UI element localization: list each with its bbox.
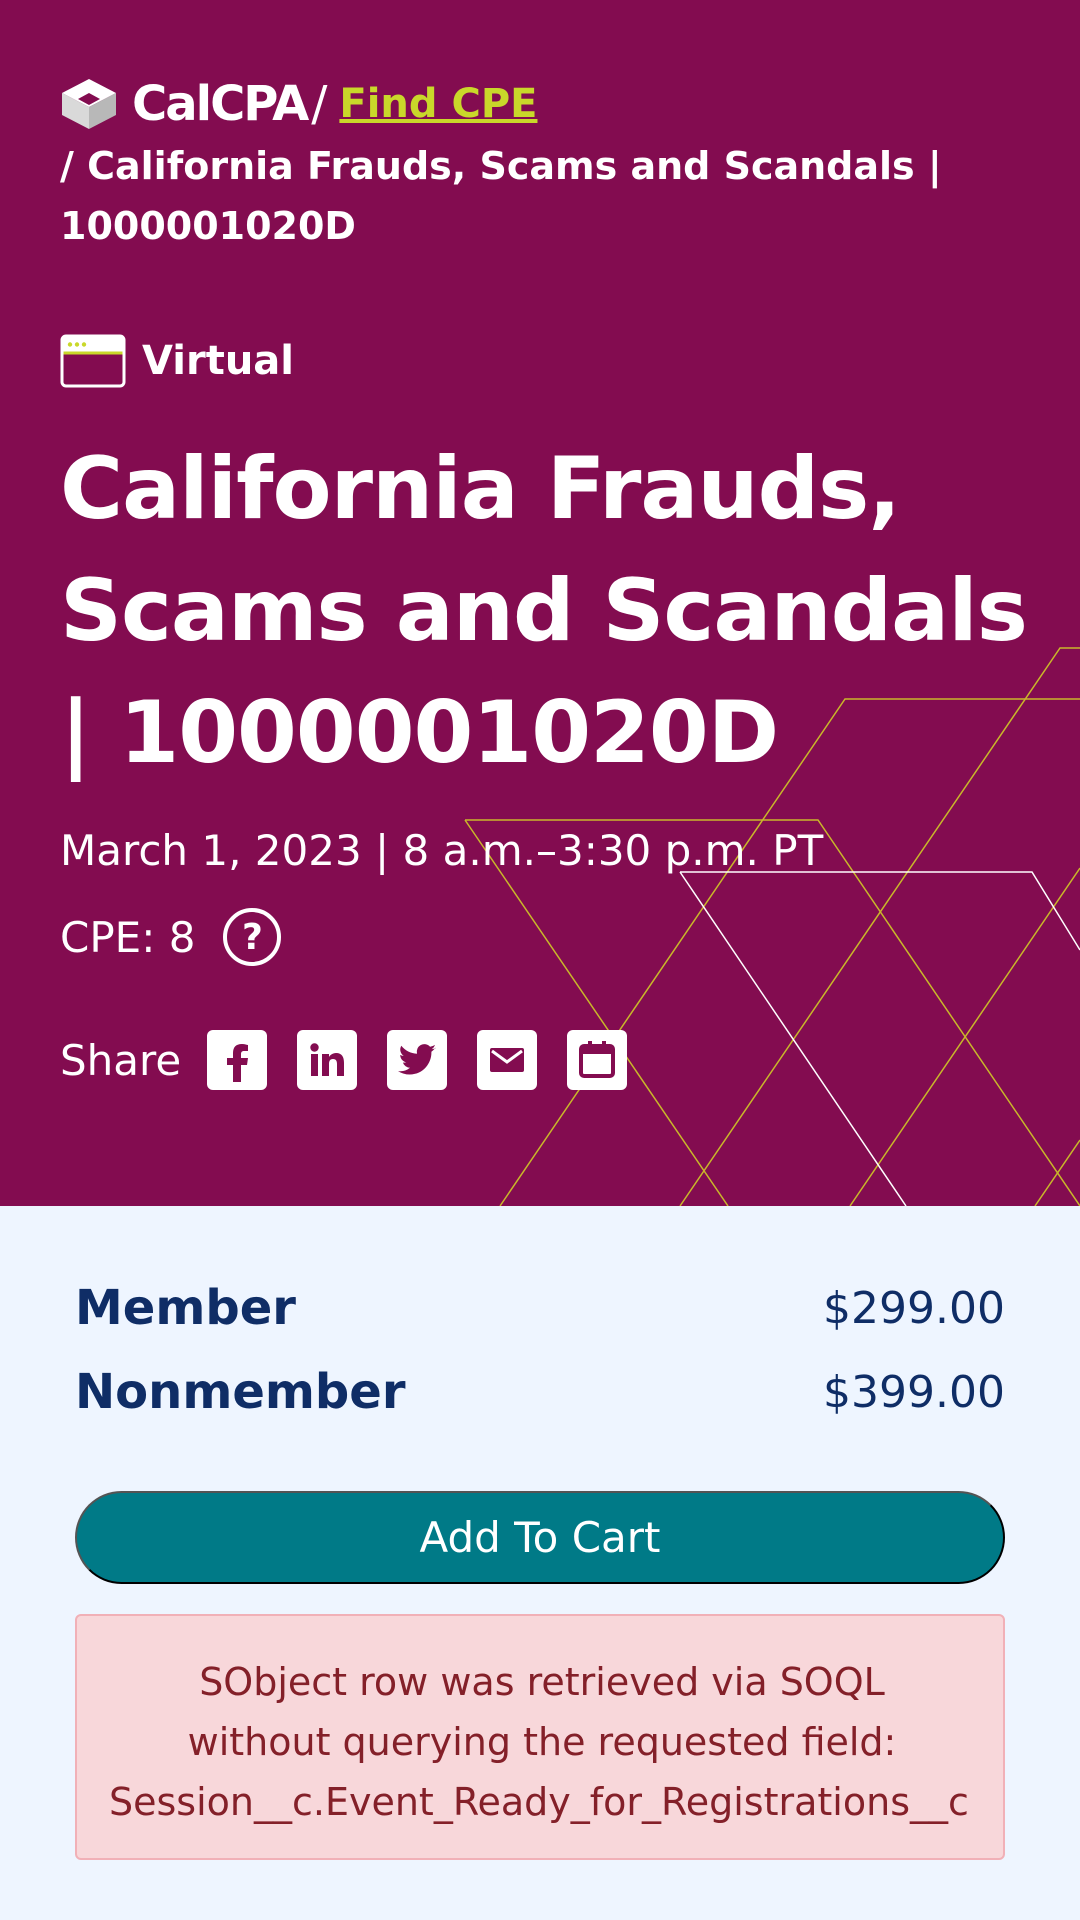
error-line-3: Session__c.Event_Ready_for_Registrations… [109, 1780, 969, 1824]
nonmember-label: Nonmember [75, 1364, 406, 1420]
breadcrumb: CalCPA / Find CPE [60, 76, 537, 132]
share-email-button[interactable] [477, 1030, 538, 1090]
add-to-cart-button[interactable]: Add To Cart [75, 1491, 1005, 1584]
cpe-info: CPE: 8 ? [60, 908, 282, 966]
event-format: Virtual [60, 334, 294, 388]
share-linkedin-button[interactable] [297, 1030, 358, 1090]
calendar-icon [579, 1041, 616, 1078]
email-icon [490, 1048, 525, 1072]
facebook-icon [227, 1044, 249, 1082]
linkedin-icon [310, 1043, 345, 1076]
calcpa-cube-icon [62, 79, 116, 129]
nonmember-price-row: Nonmember $399.00 [75, 1364, 1005, 1420]
cpe-credits: CPE: 8 [60, 912, 196, 962]
breadcrumb-current: / California Frauds, Scams and Scandals … [60, 144, 942, 248]
calcpa-logo[interactable]: CalCPA [60, 76, 309, 132]
error-alert: SObject row was retrieved via SOQL witho… [75, 1614, 1005, 1860]
share-label: Share [60, 1035, 182, 1085]
member-price-row: Member $299.00 [75, 1280, 1005, 1336]
error-message: SObject row was retrieved via SOQL witho… [77, 1652, 1003, 1824]
event-hero: CalCPA / Find CPE / California Frauds, S… [0, 0, 1080, 1206]
member-label: Member [75, 1280, 296, 1336]
member-price: $299.00 [823, 1282, 1005, 1334]
error-line-2: without querying the requested field: [187, 1720, 897, 1764]
browser-window-icon [60, 334, 126, 388]
share-facebook-button[interactable] [207, 1030, 268, 1090]
error-line-1: SObject row was retrieved via SOQL [199, 1660, 885, 1704]
question-mark-icon[interactable]: ? [223, 908, 282, 966]
add-to-calendar-button[interactable] [567, 1030, 628, 1090]
nonmember-price: $399.00 [823, 1366, 1005, 1418]
format-label: Virtual [142, 338, 294, 384]
event-title: California Frauds, Scams and Scandals | … [60, 439, 1028, 783]
logo-text: CalCPA [132, 76, 309, 132]
find-cpe-link[interactable]: Find CPE [339, 81, 537, 127]
twitter-icon [398, 1044, 437, 1075]
breadcrumb-separator: / [311, 76, 328, 132]
share-bar: Share [60, 1030, 657, 1090]
share-twitter-button[interactable] [387, 1030, 448, 1090]
event-date-time: March 1, 2023 | 8 a.m.–3:30 p.m. PT [60, 826, 824, 875]
